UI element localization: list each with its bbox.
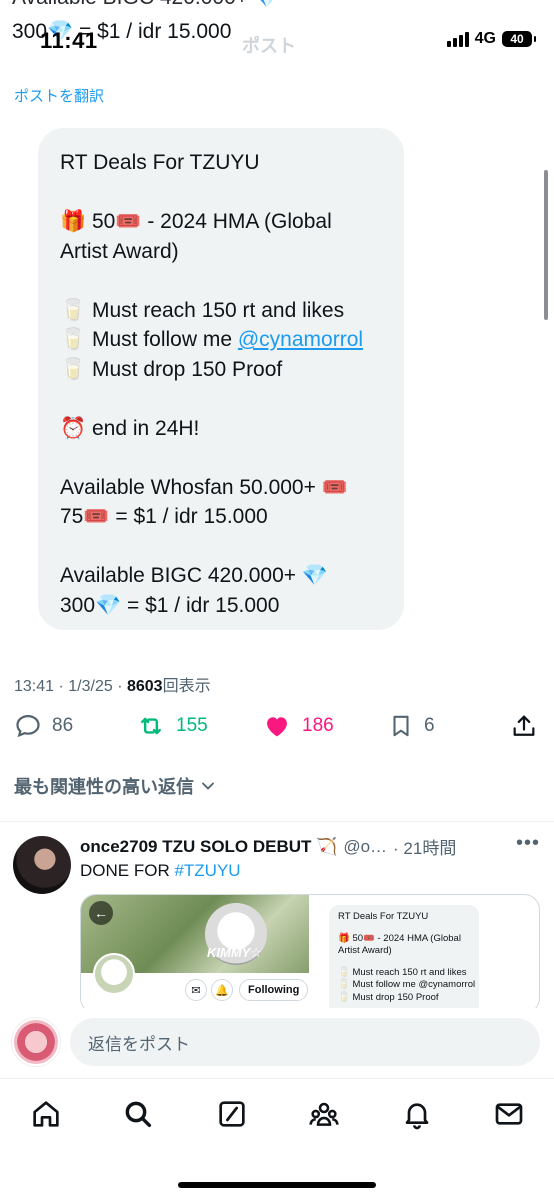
screenshot-line: Artist Award) (338, 945, 392, 956)
reply-display-name[interactable]: once2709 TZU SOLO DEBUT 🏹 (80, 837, 337, 857)
post-line: RT Deals For TZUYU (60, 151, 260, 174)
like-count: 186 (302, 715, 334, 736)
status-indicators: 4G 40 (446, 30, 536, 48)
profile-avatar-image (93, 953, 135, 995)
screenshot-line: 🥛 Must reach 150 rt and likes (338, 966, 467, 978)
post-line: 🥛 Must reach 150 rt and likes (60, 298, 345, 322)
reply-button[interactable]: 86 (14, 712, 73, 740)
reply-input[interactable]: 返信をポスト (70, 1018, 540, 1066)
views-label: 回表示 (162, 678, 211, 695)
heart-icon (267, 717, 287, 737)
reply-count: 86 (52, 715, 74, 736)
post-screenshot-image: RT Deals For TZUYU 🎁 50🎟️ - 2024 HMA (Gl… (329, 905, 479, 1013)
following-button-image: Following (239, 979, 309, 1001)
bookmark-count: 6 (424, 715, 435, 736)
screenshot-line: 🥛 Must follow me @cynamorrol (338, 979, 476, 990)
post-timestamp: 13:41 · 1/3/25 · (14, 678, 127, 695)
bookmark-icon (393, 715, 409, 737)
repost-icon (141, 717, 161, 735)
reply-text-prefix: DONE FOR (80, 861, 175, 880)
reply-header: once2709 TZU SOLO DEBUT 🏹 @o… · 21時間 ••• (80, 832, 540, 859)
action-bar: 86 155 186 6 (14, 712, 540, 746)
network-label: 4G (474, 30, 496, 47)
back-arrow-icon: ← (89, 901, 113, 925)
divider (0, 821, 554, 822)
notifications-icon[interactable] (400, 1097, 434, 1131)
home-icon[interactable] (29, 1097, 63, 1131)
banner-caption: KIMMY☆ (207, 945, 262, 960)
header-title: ポスト (242, 36, 296, 56)
reply-input-placeholder: 返信をポスト (88, 1034, 190, 1054)
bookmark-button[interactable]: 6 (388, 712, 435, 740)
messages-icon[interactable] (492, 1097, 526, 1131)
reply-image-card[interactable]: ← KIMMY☆ ✉ 🔔 Following RT Deals For TZUY… (80, 894, 540, 1014)
repost-count: 155 (176, 715, 208, 736)
grok-icon[interactable] (215, 1097, 249, 1131)
like-button[interactable]: 186 (262, 712, 334, 740)
reply-handle: @o… (343, 836, 388, 856)
post-line: ⏰ end in 24H! (60, 416, 200, 440)
signal-icon (446, 31, 469, 47)
repost-button[interactable]: 155 (136, 712, 208, 740)
views-count: 8603 (126, 678, 163, 695)
search-icon[interactable] (121, 1097, 155, 1131)
reply-compose-bar: 返信をポスト (0, 1008, 554, 1078)
scrollbar[interactable] (544, 170, 548, 320)
screenshot-line: RT Deals For TZUYU (338, 911, 429, 922)
post-line: 75🎟️ = $1 / idr 15.000 (60, 505, 268, 528)
screenshot-line: 🥛 Must drop 150 Proof (338, 991, 439, 1003)
replies-sort-dropdown[interactable]: 最も関連性の高い返信 (14, 773, 218, 799)
more-options-icon[interactable]: ••• (516, 832, 540, 855)
replies-sort-label: 最も関連性の高い返信 (14, 777, 194, 797)
post-line: 🥛 Must drop 150 Proof (60, 357, 283, 381)
home-indicator[interactable] (178, 1182, 376, 1188)
battery-icon: 40 (502, 31, 536, 47)
post-line: 300💎 = $1 / idr 15.000 (60, 593, 280, 617)
post-text-bubble: RT Deals For TZUYU 🎁 50🎟️ - 2024 HMA (Gl… (38, 128, 404, 630)
post-line-text: 🥛 Must follow me (60, 328, 238, 351)
post-line: Artist Award) (60, 239, 179, 263)
post-meta: 13:41 · 1/3/25 · 8603回表示 (14, 672, 211, 696)
battery-level: 40 (510, 32, 524, 46)
post-line: Available Whosfan 50.000+ 🎟️ (60, 475, 348, 499)
message-icon: ✉ (185, 979, 207, 1001)
reply-time: · 21時間 (393, 839, 457, 858)
post-line: Available BIGC 420.000+ 💎 (60, 564, 329, 587)
chevron-down-icon (202, 782, 214, 790)
scrolled-text-line: Available BIGC 420.000+ 💎 (12, 0, 280, 10)
my-avatar[interactable] (12, 1018, 60, 1066)
reply-text: DONE FOR #TZUYU (80, 861, 241, 881)
share-button[interactable] (510, 712, 538, 740)
reply-avatar[interactable] (13, 836, 71, 894)
hashtag-link[interactable]: #TZUYU (174, 861, 240, 880)
bell-icon: 🔔 (211, 979, 233, 1001)
profile-screenshot-image: ← KIMMY☆ ✉ 🔔 Following (81, 895, 309, 1013)
post-line: 🥛 Must follow me @cynamorrol (60, 325, 382, 355)
mention-link[interactable]: @cynamorrol (238, 328, 363, 351)
clock: 11:41 (40, 28, 98, 53)
screenshot-line: 🎁 50🎟️ - 2024 HMA (Global (338, 932, 461, 944)
share-icon (513, 715, 535, 736)
reply-icon (16, 714, 40, 738)
communities-icon[interactable] (307, 1097, 341, 1131)
status-bar: Available BIGC 420.000+ 💎 300💎 = $1 / id… (0, 0, 554, 80)
post-line: 🎁 50🎟️ - 2024 HMA (Global (60, 210, 332, 233)
translate-post-link[interactable]: ポストを翻訳 (14, 85, 104, 106)
